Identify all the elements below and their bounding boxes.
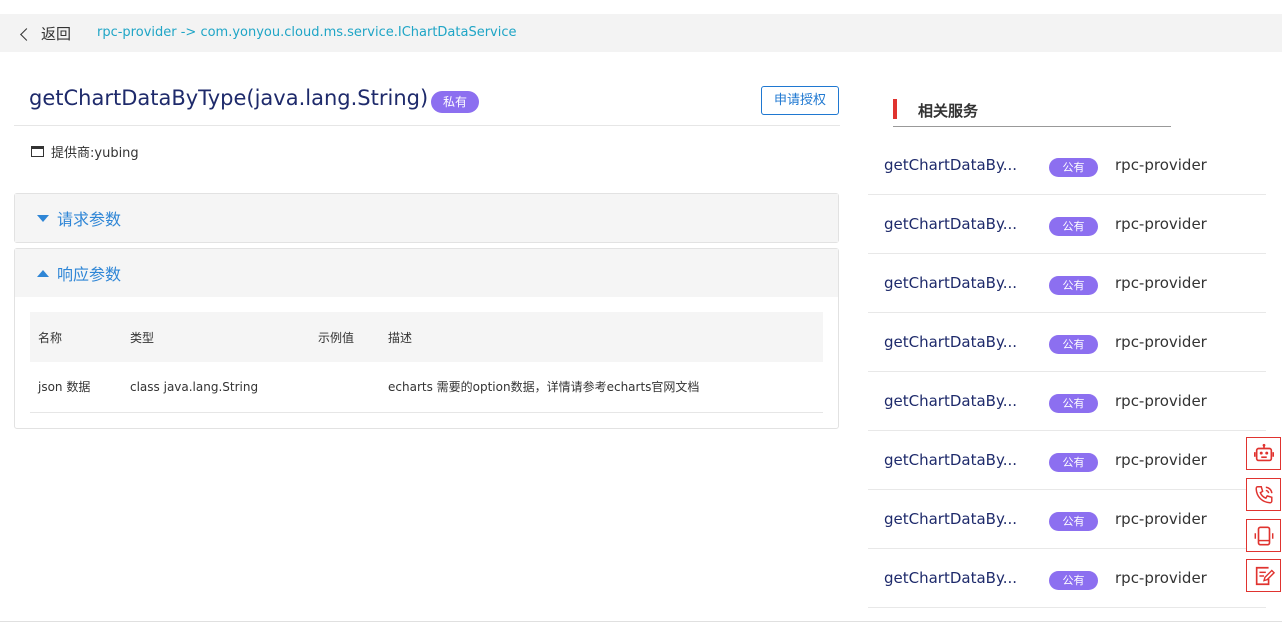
robot-assistant-button[interactable] xyxy=(1246,437,1281,470)
column-header-description: 描述 xyxy=(380,312,823,362)
public-badge: 公有 xyxy=(1049,335,1098,354)
service-name[interactable]: getChartDataBy... xyxy=(884,392,1017,410)
column-header-type: 类型 xyxy=(122,312,310,362)
list-item[interactable]: getChartDataBy... 公有 rpc-provider xyxy=(868,313,1266,372)
service-provider: rpc-provider xyxy=(1115,510,1207,528)
request-params-title: 请求参数 xyxy=(57,210,122,229)
column-header-example: 示例值 xyxy=(310,312,380,362)
method-detail: getChartDataByType(java.lang.String) 私有 … xyxy=(14,72,840,429)
related-services-title: 相关服务 xyxy=(918,102,979,120)
note-edit-icon xyxy=(1255,566,1275,585)
page-title: getChartDataByType(java.lang.String) xyxy=(29,86,429,110)
response-params-header[interactable]: 响应参数 xyxy=(15,249,838,297)
response-params-table: 名称 类型 示例值 描述 json 数据 class java.lang.Str… xyxy=(30,312,823,413)
request-params-panel: 请求参数 xyxy=(14,193,839,243)
breadcrumb[interactable]: rpc-provider -> com.yonyou.cloud.ms.serv… xyxy=(97,25,517,40)
service-name[interactable]: getChartDataBy... xyxy=(884,510,1017,528)
phone-icon xyxy=(1254,485,1273,504)
service-name[interactable]: getChartDataBy... xyxy=(884,156,1017,174)
list-item[interactable]: getChartDataBy... 公有 rpc-provider xyxy=(868,195,1266,254)
service-provider: rpc-provider xyxy=(1115,215,1207,233)
back-button[interactable]: 返回 xyxy=(20,23,72,44)
list-item[interactable]: getChartDataBy... 公有 rpc-provider xyxy=(868,136,1266,195)
title-row: getChartDataByType(java.lang.String) 私有 … xyxy=(14,72,840,126)
related-services-header: 相关服务 xyxy=(893,96,1171,127)
table-row: json 数据 class java.lang.String echarts 需… xyxy=(30,362,823,413)
back-label: 返回 xyxy=(41,25,72,43)
public-badge: 公有 xyxy=(1049,158,1098,177)
list-item[interactable]: getChartDataBy... 公有 rpc-provider xyxy=(868,431,1266,490)
service-provider: rpc-provider xyxy=(1115,451,1207,469)
public-badge: 公有 xyxy=(1049,571,1098,590)
service-name[interactable]: getChartDataBy... xyxy=(884,333,1017,351)
service-name[interactable]: getChartDataBy... xyxy=(884,451,1017,469)
column-header-name: 名称 xyxy=(30,312,122,362)
service-provider: rpc-provider xyxy=(1115,156,1207,174)
mobile-icon xyxy=(1254,525,1273,546)
service-provider: rpc-provider xyxy=(1115,569,1207,587)
feedback-button[interactable] xyxy=(1246,559,1281,592)
service-provider: rpc-provider xyxy=(1115,274,1207,292)
public-badge: 公有 xyxy=(1049,276,1098,295)
visibility-badge: 私有 xyxy=(431,91,479,113)
cell-type: class java.lang.String xyxy=(122,362,310,413)
robot-icon xyxy=(1253,443,1274,461)
service-name[interactable]: getChartDataBy... xyxy=(884,569,1017,587)
list-item[interactable]: getChartDataBy... 公有 rpc-provider xyxy=(868,490,1266,549)
request-params-header[interactable]: 请求参数 xyxy=(15,194,838,242)
bottom-divider xyxy=(0,621,1282,622)
public-badge: 公有 xyxy=(1049,453,1098,472)
top-bar: 返回 rpc-provider -> com.yonyou.cloud.ms.s… xyxy=(0,14,1282,52)
service-name[interactable]: getChartDataBy... xyxy=(884,274,1017,292)
list-item[interactable]: getChartDataBy... 公有 rpc-provider xyxy=(868,254,1266,313)
response-params-title: 响应参数 xyxy=(57,265,122,284)
section-marker xyxy=(893,99,897,119)
public-badge: 公有 xyxy=(1049,512,1098,531)
response-params-panel: 响应参数 名称 类型 示例值 描述 json 数据 class java.lan… xyxy=(14,248,839,429)
list-item[interactable]: getChartDataBy... 公有 rpc-provider xyxy=(868,549,1266,608)
provider-label: 提供商:yubing xyxy=(51,146,139,161)
service-name[interactable]: getChartDataBy... xyxy=(884,215,1017,233)
list-item[interactable]: getChartDataBy... 公有 rpc-provider xyxy=(868,372,1266,431)
table-header-row: 名称 类型 示例值 描述 xyxy=(30,312,823,362)
cell-description: echarts 需要的option数据，详情请参考echarts官网文档 xyxy=(380,362,823,413)
cell-example xyxy=(310,362,380,413)
public-badge: 公有 xyxy=(1049,394,1098,413)
related-services-list: getChartDataBy... 公有 rpc-provider getCha… xyxy=(868,136,1266,608)
service-provider: rpc-provider xyxy=(1115,392,1207,410)
store-icon xyxy=(31,146,44,157)
caret-up-icon xyxy=(37,269,49,277)
phone-contact-button[interactable] xyxy=(1246,478,1281,511)
apply-authorization-button[interactable]: 申请授权 xyxy=(761,86,839,115)
mobile-app-button[interactable] xyxy=(1246,519,1281,552)
public-badge: 公有 xyxy=(1049,217,1098,236)
chevron-left-icon xyxy=(20,27,33,41)
provider-info: 提供商:yubing xyxy=(31,142,139,161)
cell-name: json 数据 xyxy=(30,362,122,413)
service-provider: rpc-provider xyxy=(1115,333,1207,351)
caret-down-icon xyxy=(37,214,49,222)
